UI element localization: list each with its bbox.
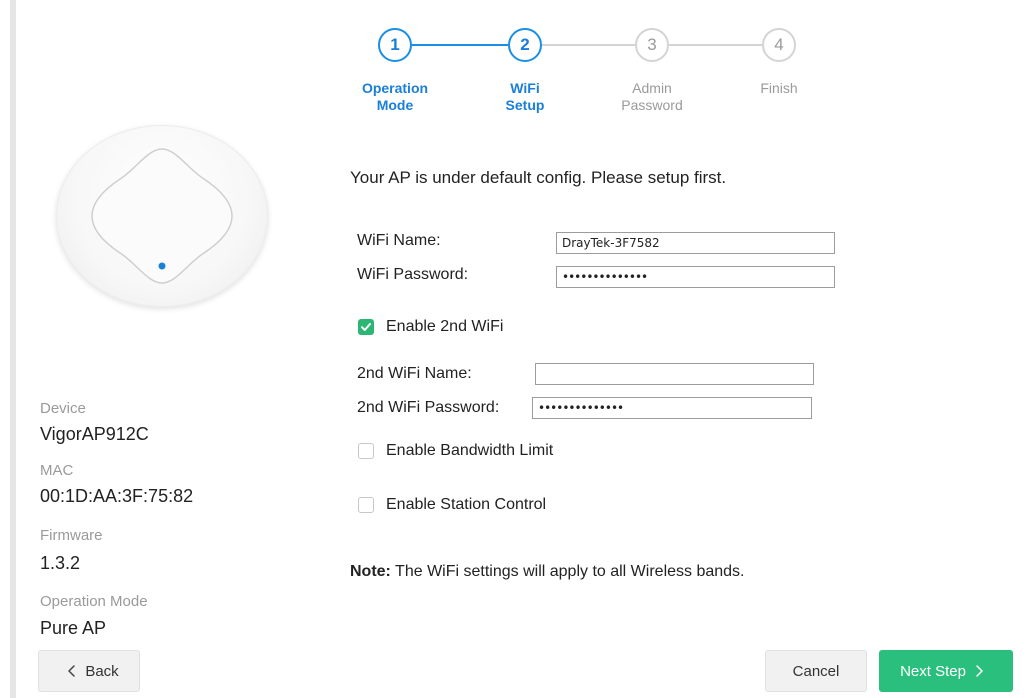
wifi-note: Note: The WiFi settings will apply to al… bbox=[350, 563, 745, 581]
back-button-label: Back bbox=[85, 662, 119, 680]
station-control-row[interactable]: Enable Station Control bbox=[358, 496, 546, 514]
left-divider bbox=[10, 0, 16, 698]
bandwidth-limit-checkbox[interactable] bbox=[358, 443, 374, 459]
step-3-label-line1: Admin bbox=[632, 80, 672, 96]
back-button[interactable]: Back bbox=[38, 650, 140, 692]
step-2-label: WiFi Setup bbox=[480, 80, 570, 114]
operation-mode-label: Operation Mode bbox=[40, 593, 148, 610]
step-3-label: Admin Password bbox=[607, 80, 697, 114]
step-4-label-line1: Finish bbox=[760, 80, 798, 96]
step-2-label-line1: WiFi bbox=[510, 80, 540, 96]
chevron-right-icon bbox=[976, 665, 983, 677]
firmware-label: Firmware bbox=[40, 527, 103, 544]
cancel-button[interactable]: Cancel bbox=[765, 650, 867, 692]
step-1-circle: 1 bbox=[378, 28, 412, 62]
checkmark-icon bbox=[361, 323, 371, 331]
next-step-button[interactable]: Next Step bbox=[879, 650, 1013, 692]
wifi-password-label: WiFi Password: bbox=[357, 266, 469, 283]
mac-value: 00:1D:AA:3F:75:82 bbox=[40, 486, 194, 506]
note-prefix: Note: bbox=[350, 563, 391, 580]
note-text: The WiFi settings will apply to all Wire… bbox=[390, 563, 745, 580]
step-3-label-line2: Password bbox=[621, 97, 683, 113]
next-step-button-label: Next Step bbox=[900, 662, 966, 680]
station-control-label: Enable Station Control bbox=[386, 496, 547, 513]
wifi-password-input[interactable] bbox=[556, 266, 835, 288]
bandwidth-limit-row[interactable]: Enable Bandwidth Limit bbox=[358, 442, 553, 460]
setup-intro-text: Your AP is under default config. Please … bbox=[350, 168, 727, 187]
firmware-value: 1.3.2 bbox=[40, 553, 81, 573]
access-point-image bbox=[56, 125, 268, 307]
enable-2nd-wifi-label: Enable 2nd WiFi bbox=[386, 318, 504, 335]
wifi-name-input[interactable] bbox=[556, 232, 835, 254]
step-1-label-line1: Operation bbox=[361, 80, 429, 96]
step-2-circle: 2 bbox=[508, 28, 542, 62]
step-connector-2-3 bbox=[542, 44, 635, 46]
device-label: Device bbox=[40, 400, 86, 417]
device-value: VigorAP912C bbox=[40, 424, 149, 444]
step-3-circle: 3 bbox=[635, 28, 669, 62]
enable-2nd-wifi-row[interactable]: Enable 2nd WiFi bbox=[358, 318, 503, 336]
wifi-name-label: WiFi Name: bbox=[357, 232, 441, 249]
step-1-label: Operation Mode bbox=[350, 80, 440, 114]
step-1-label-line2: Mode bbox=[376, 97, 414, 113]
second-wifi-password-input[interactable] bbox=[532, 397, 812, 419]
second-wifi-name-input[interactable] bbox=[535, 363, 814, 385]
step-4-label: Finish bbox=[734, 80, 824, 97]
chevron-left-icon bbox=[68, 665, 76, 677]
cancel-button-label: Cancel bbox=[792, 662, 840, 680]
station-control-checkbox[interactable] bbox=[358, 497, 374, 513]
second-wifi-password-label: 2nd WiFi Password: bbox=[357, 399, 500, 416]
enable-2nd-wifi-checkbox[interactable] bbox=[358, 319, 374, 335]
mac-label: MAC bbox=[40, 462, 74, 479]
second-wifi-name-label: 2nd WiFi Name: bbox=[357, 365, 472, 382]
operation-mode-value: Pure AP bbox=[40, 618, 107, 638]
access-point-top-icon bbox=[91, 148, 233, 284]
step-2-label-line2: Setup bbox=[505, 97, 545, 113]
step-connector-1-2 bbox=[412, 44, 508, 46]
bandwidth-limit-label: Enable Bandwidth Limit bbox=[386, 442, 554, 459]
setup-wizard-stepper: 1 2 3 4 Operation Mode WiFi Setup Admin … bbox=[340, 18, 840, 128]
step-connector-3-4 bbox=[669, 44, 762, 46]
step-4-circle: 4 bbox=[762, 28, 796, 62]
